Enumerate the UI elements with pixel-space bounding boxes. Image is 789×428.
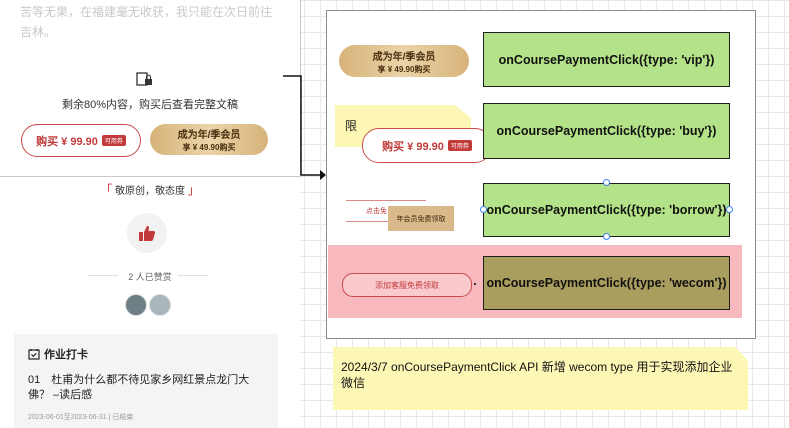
code-box-wecom[interactable]: onCoursePaymentClick({type: 'wecom'}) [483,256,730,310]
card-date: 2023-06-01至2023-06-31 | 已结束 [28,414,134,421]
code-box-vip[interactable]: onCoursePaymentClick({type: 'vip'}) [483,32,730,87]
vip-button-thumbnail: 成为年/季会员 享 ¥ 49.90购买 [339,45,469,77]
homework-card[interactable]: 作业打卡 01 杜甫为什么都不待见家乡网红景点龙门大佛？ –读后感 2023-0… [14,334,278,428]
card-title-text: 作业打卡 [44,349,88,361]
remaining-content-text: 剩余80%内容，购买后查看完整文稿 [61,99,238,111]
selection-handle[interactable] [480,206,487,213]
vip-thumb-line1: 成为年/季会员 [372,51,436,63]
respect-tagline: 「 敬原创，敬态度 」 [0,181,300,198]
app-preview-panel: 苦等无果，在福建毫无收获，我只能在次日前往吉林。 剩余80%内容，购买后查看完整… [0,0,301,428]
faded-article-text: 苦等无果，在福建毫无收获，我只能在次日前往吉林。 [20,5,273,39]
selection-handle[interactable] [726,206,733,213]
respect-text: 敬原创，敬态度 [115,186,185,197]
selection-handle[interactable] [603,233,610,240]
paywall-section: 苦等无果，在福建毫无收获，我只能在次日前往吉林。 剩余80%内容，购买后查看完整… [0,0,301,177]
divider-right [178,275,208,276]
card-item-title[interactable]: 01 杜甫为什么都不待见家乡网红景点龙门大佛？ –读后感 [28,373,268,403]
code-box-borrow[interactable]: onCoursePaymentClick({type: 'borrow'}) [483,183,730,237]
vip-button-line2: 享 ¥ 49.90购买 [182,143,236,152]
vip-button[interactable]: 成为年/季会员 享 ¥ 49.90购买 [150,124,268,155]
borrow-button-thumbnail: 年会员免费领取 [388,206,454,231]
selection-handle[interactable] [603,179,610,186]
buy-button-thumbnail: 购买 ¥ 99.90 可用券 [362,128,492,163]
avatar[interactable] [149,294,171,316]
thumbs-up-icon [139,225,156,241]
buy-button-label: 购买 ¥ 99.90 [36,135,98,148]
lock-doc-icon [136,72,152,86]
borrow-thumb-line [346,200,426,201]
reward-button[interactable] [127,213,167,253]
sticky-note-text: 限 [345,119,358,133]
liked-count-text: 2 人已赞赏 [128,272,172,282]
avatar[interactable] [125,294,147,316]
buy-button[interactable]: 购买 ¥ 99.90 可用券 [21,124,141,157]
quote-close: 」 [187,183,200,197]
vip-button-line1: 成为年/季会员 [177,130,241,141]
wecom-button-thumbnail: 添加客服免费领取 [342,273,472,297]
code-box-buy[interactable]: onCoursePaymentClick({type: 'buy'}) [483,103,730,159]
dot-mark [474,283,476,285]
card-title: 作业打卡 [28,346,88,362]
buy-thumb-label: 购买 ¥ 99.90 [382,140,444,153]
borrow-thumb-small-label: 点击免 [366,208,387,215]
calendar-check-icon [28,349,40,360]
buy-thumb-coupon: 可用券 [447,140,472,151]
connector-arrow [283,75,326,180]
borrow-thumb-line-2 [346,221,391,222]
sticky-note-changelog[interactable]: 2024/3/7 onCoursePaymentClick API 新增 wec… [333,347,748,410]
quote-open: 「 [100,183,113,197]
coupon-badge: 可用券 [101,135,126,146]
vip-thumb-line2: 享 ¥ 49.90购买 [377,64,431,74]
